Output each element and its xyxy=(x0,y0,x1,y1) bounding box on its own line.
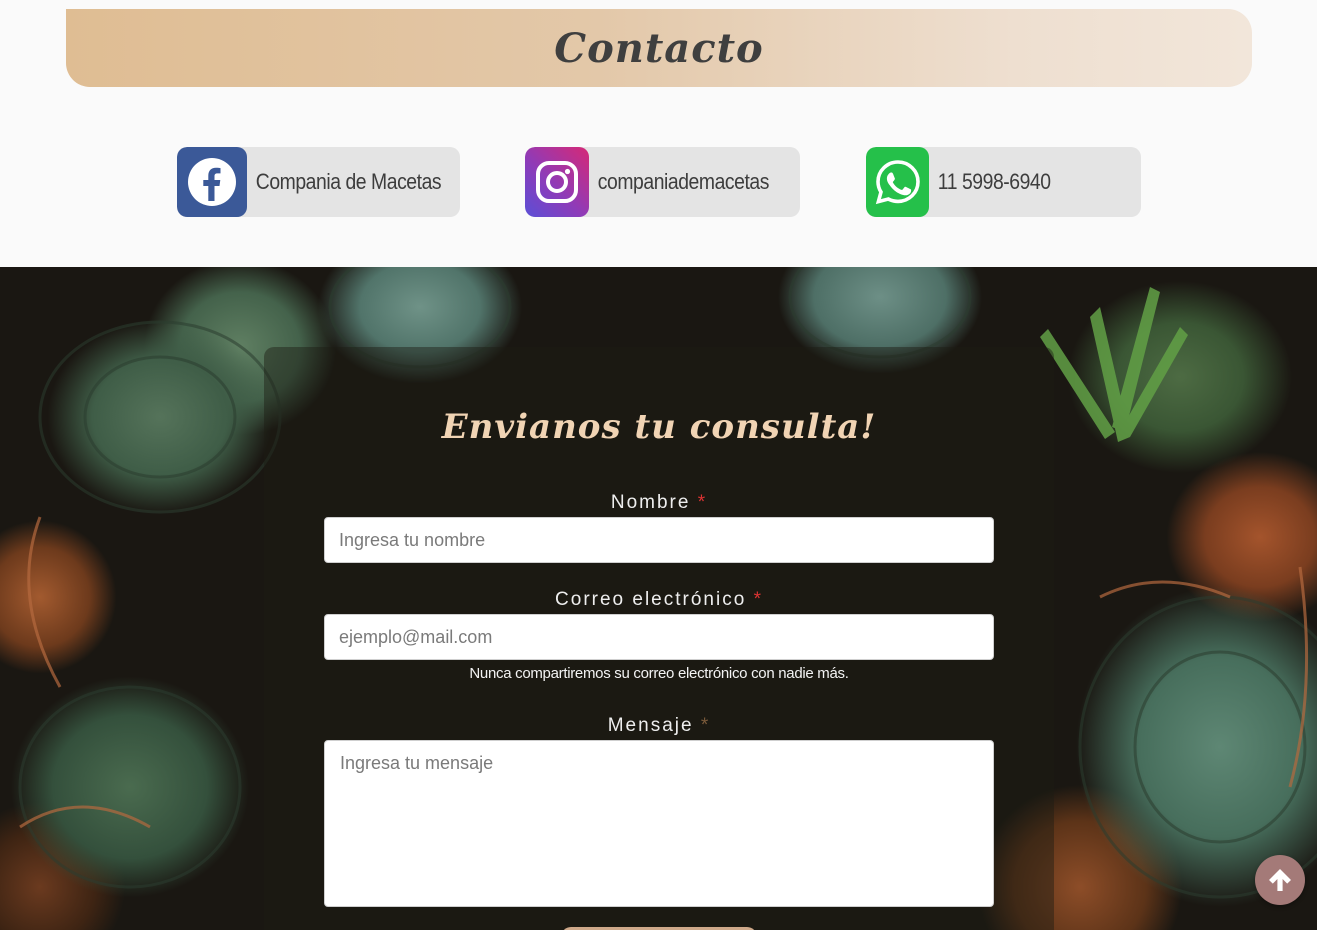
instagram-link[interactable]: companiademacetas xyxy=(525,147,800,217)
arrow-up-icon xyxy=(1269,869,1291,891)
message-required-mark: * xyxy=(700,715,711,736)
facebook-link[interactable]: Compania de Macetas xyxy=(177,147,460,217)
name-label: Nombre * xyxy=(264,492,1054,514)
email-help-text: Nunca compartiremos su correo electrónic… xyxy=(469,665,849,682)
form-title: Envianos tu consulta! xyxy=(441,407,877,447)
scroll-to-top-button[interactable] xyxy=(1255,855,1305,905)
instagram-icon xyxy=(525,147,589,217)
message-label-text: Mensaje xyxy=(607,715,694,736)
email-required-mark: * xyxy=(753,589,763,610)
whatsapp-link[interactable]: 11 5998-6940 xyxy=(866,147,1141,217)
facebook-icon xyxy=(177,147,247,217)
name-input[interactable] xyxy=(324,517,994,563)
name-required-mark: * xyxy=(697,492,708,513)
page-title: Contacto xyxy=(554,24,764,72)
email-input[interactable] xyxy=(324,614,994,660)
message-textarea[interactable] xyxy=(324,740,994,907)
facebook-label: Compania de Macetas xyxy=(255,169,442,194)
name-label-text: Nombre xyxy=(610,492,691,513)
whatsapp-label: 11 5998-6940 xyxy=(937,169,1051,194)
contact-form-panel: Envianos tu consulta! Nombre * Correo el… xyxy=(264,347,1054,930)
whatsapp-icon xyxy=(866,147,929,217)
email-label: Correo electrónico * xyxy=(264,589,1054,611)
instagram-label: companiademacetas xyxy=(597,169,770,194)
message-label: Mensaje * xyxy=(264,715,1054,737)
contact-header-banner: Contacto xyxy=(66,9,1252,87)
succulent-background: Envianos tu consulta! Nombre * Correo el… xyxy=(0,267,1317,930)
email-label-text: Correo electrónico xyxy=(555,589,747,610)
